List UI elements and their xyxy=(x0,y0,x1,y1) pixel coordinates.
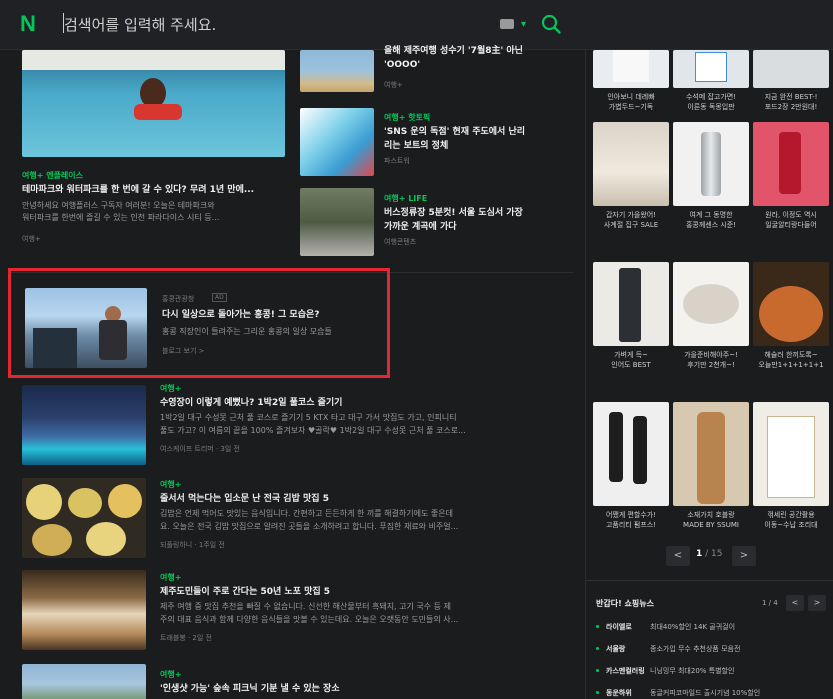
article-thumb[interactable] xyxy=(300,108,374,176)
article-desc: 제주 여행 중 맛집 추천을 빠질 수 없습니다. 신선한 해산물부터 흑돼지,… xyxy=(160,602,451,611)
bullet-icon xyxy=(596,669,599,672)
article-thumb[interactable] xyxy=(22,664,146,699)
article-desc: 김밥은 언제 먹어도 맛있는 음식입니다. 간편하고 든든하게 한 끼를 해결하… xyxy=(160,509,453,518)
article-source: 파스트워 xyxy=(384,157,410,165)
next-page-button[interactable]: > xyxy=(732,546,756,566)
shop-news-brand[interactable]: 라이엘로 xyxy=(606,622,632,632)
article-thumb[interactable] xyxy=(300,50,374,92)
product-image[interactable] xyxy=(593,122,669,206)
highlight-box xyxy=(8,268,390,378)
article-source: 여행콘텐츠 xyxy=(384,238,417,246)
keyboard-icon[interactable] xyxy=(500,19,514,29)
product-image[interactable] xyxy=(673,122,749,206)
shop-news-text[interactable]: 니닝밍무 최대20% 특별할인 xyxy=(650,666,734,676)
shop-news-pager: 1 / 4 xyxy=(762,599,778,607)
article-desc: 워터파크를 한번에 즐길 수 있는 인천 파라다이스 시티 등... xyxy=(22,213,220,222)
chevron-down-icon[interactable]: ▾ xyxy=(521,19,526,30)
article-title[interactable]: 가까운 계곡에 가다 xyxy=(384,221,564,233)
article-source: 트래블봉 · 2일 전 xyxy=(160,634,212,642)
article-tag: 여행+ xyxy=(160,573,182,582)
product-caption: 해슐러 한끼도록~ 오늘만1+1+1+1+1 xyxy=(758,351,824,369)
article-tag: 여행+ 핫토픽 xyxy=(384,113,431,122)
product-caption: 가벼게 득~ 인어도 BEST xyxy=(611,351,651,369)
article-desc: 풀도 가고? 이 여름의 끝을 100% 즐겨보자 ♥골락♥ 1박2일 대구 수… xyxy=(160,426,466,435)
article-title[interactable]: 버스정류장 5분컷! 서울 도심서 가장 xyxy=(384,207,564,219)
product-caption: 수석메 잡고가면! 이른동 독몽입판 xyxy=(685,93,737,111)
article-title[interactable]: 제주도민들이 주로 간다는 50년 노포 맛집 5 xyxy=(160,586,560,598)
article-source: 여스케이프 트리머 · 3일 전 xyxy=(160,445,240,453)
shop-news-brand[interactable]: 동운하위 xyxy=(606,688,632,698)
product-caption: 원라, 이정도 역시 일굴알티랑다들어 xyxy=(765,211,817,229)
article-source: 여행+ xyxy=(384,81,403,89)
product-image[interactable] xyxy=(673,262,749,346)
article-title[interactable]: 수영장이 이렇게 예뻤나? 1박2일 풀코스 즐기기 xyxy=(160,397,560,409)
product-image[interactable] xyxy=(593,402,669,506)
article-source: 되풀링하니 · 1주일 전 xyxy=(160,541,225,549)
article-tag: 여행+ xyxy=(160,384,182,393)
product-image[interactable] xyxy=(753,402,829,506)
shopping-panel: 인아보니 데레빠 가볍두드~기독 수석메 잡고가면! 이른동 독몽입판 지금 완전 … xyxy=(585,50,833,699)
shop-news-text[interactable]: 최대40%할인 14K 골귀걸이 xyxy=(650,622,735,632)
article-desc: 1박2일 대구 수성못 근처 풀 코스로 즐기기 5 KTX 타고 대구 가서 … xyxy=(160,413,457,422)
article-thumb[interactable] xyxy=(22,478,146,558)
article-tag: 여행+ xyxy=(160,480,182,489)
product-caption: 지금 완전 BEST-! 포드2장 2만원대! xyxy=(764,93,818,111)
product-image[interactable] xyxy=(753,262,829,346)
article-title[interactable]: 'OOOO' xyxy=(384,59,564,71)
product-image[interactable] xyxy=(673,50,749,88)
product-image[interactable] xyxy=(593,262,669,346)
product-caption: 소재가치 호블랑 MADE BY SSUMI xyxy=(683,511,739,529)
article-desc: 요. 오늘은 전국 김밥 맛집으로 알려진 곳들을 소개하려고 합니다. 푸짐한… xyxy=(160,522,459,531)
divider xyxy=(586,580,833,581)
article-image-pool[interactable] xyxy=(22,50,285,157)
article-tag: 여행+ 엔플레이스 xyxy=(22,171,84,180)
product-caption: 갑자기 가을왔어! 사계절 집구 SALE xyxy=(603,211,659,229)
article-title[interactable]: 테마파크와 워터파크를 한 번에 갈 수 있다? 무려 1년 만에... xyxy=(22,184,292,196)
article-title[interactable]: 줄서서 먹는다는 입소문 난 전국 김밥 맛집 5 xyxy=(160,493,560,505)
article-title[interactable]: '인생샷 가능' 숲속 피크닉 기분 낼 수 있는 장소 xyxy=(160,683,560,695)
product-caption: 가을준비해야주~! 후기만 2천개~! xyxy=(684,351,738,369)
shop-news-heading: 반갑다! 쇼핑뉴스 xyxy=(596,599,654,608)
shop-news-prev-button[interactable]: < xyxy=(786,595,804,611)
product-caption: 꺾세린 공간활용 이동~수납 조리대 xyxy=(764,511,818,529)
search-bar: N 검색어를 입력해 주세요. ▾ xyxy=(0,0,833,50)
bullet-icon xyxy=(596,647,599,650)
shop-news-text[interactable]: 종소가입 무수 추천상품 모음전 xyxy=(650,644,740,654)
article-desc: 안녕하세요 여행플러스 구독자 여러분! 오늘은 테마파크와 xyxy=(22,201,215,210)
naver-logo[interactable]: N xyxy=(20,12,44,36)
article-title[interactable]: 올해 제주여행 성수기 '7월8主' 아닌 xyxy=(384,45,564,57)
page-indicator: 1 / 15 xyxy=(696,549,723,559)
search-input[interactable]: 검색어를 입력해 주세요. xyxy=(64,14,216,35)
product-image[interactable] xyxy=(753,122,829,206)
shop-news-text[interactable]: 동글커피코마일드 출시기념 10%할인 xyxy=(650,688,760,698)
bullet-icon xyxy=(596,625,599,628)
shop-news-brand[interactable]: 서울랑 xyxy=(606,644,625,654)
product-caption: 여계 그 동명한 홍콩께센스 시준! xyxy=(685,211,737,229)
shop-news-next-button[interactable]: > xyxy=(808,595,826,611)
article-desc: 주의 대표 음식과 함께 다양한 음식들을 맛볼 수 있는데요. 오늘은 오랫동… xyxy=(160,615,459,624)
article-title[interactable]: 'SNS 운의 독점' 현재 주도에서 난리 xyxy=(384,126,564,138)
article-source: 여행+ xyxy=(22,235,41,243)
shop-news-brand[interactable]: 카스멘컬러링 xyxy=(606,666,645,676)
product-image[interactable] xyxy=(753,50,829,88)
product-caption: 어쨌게 편할수가! 고품리티 펌프스! xyxy=(605,511,657,529)
prev-page-button[interactable]: < xyxy=(666,546,690,566)
article-thumb[interactable] xyxy=(22,385,146,465)
article-thumb[interactable] xyxy=(300,188,374,256)
bullet-icon xyxy=(596,691,599,694)
article-tag: 여행+ xyxy=(160,670,182,679)
product-image[interactable] xyxy=(673,402,749,506)
product-image[interactable] xyxy=(593,50,669,88)
article-tag: 여행+ LIFE xyxy=(384,194,428,203)
product-caption: 인아보니 데레빠 가볍두드~기독 xyxy=(607,93,655,111)
article-thumb[interactable] xyxy=(22,570,146,650)
search-icon[interactable] xyxy=(540,13,562,35)
article-title[interactable]: 리는 보트의 정체 xyxy=(384,140,564,152)
